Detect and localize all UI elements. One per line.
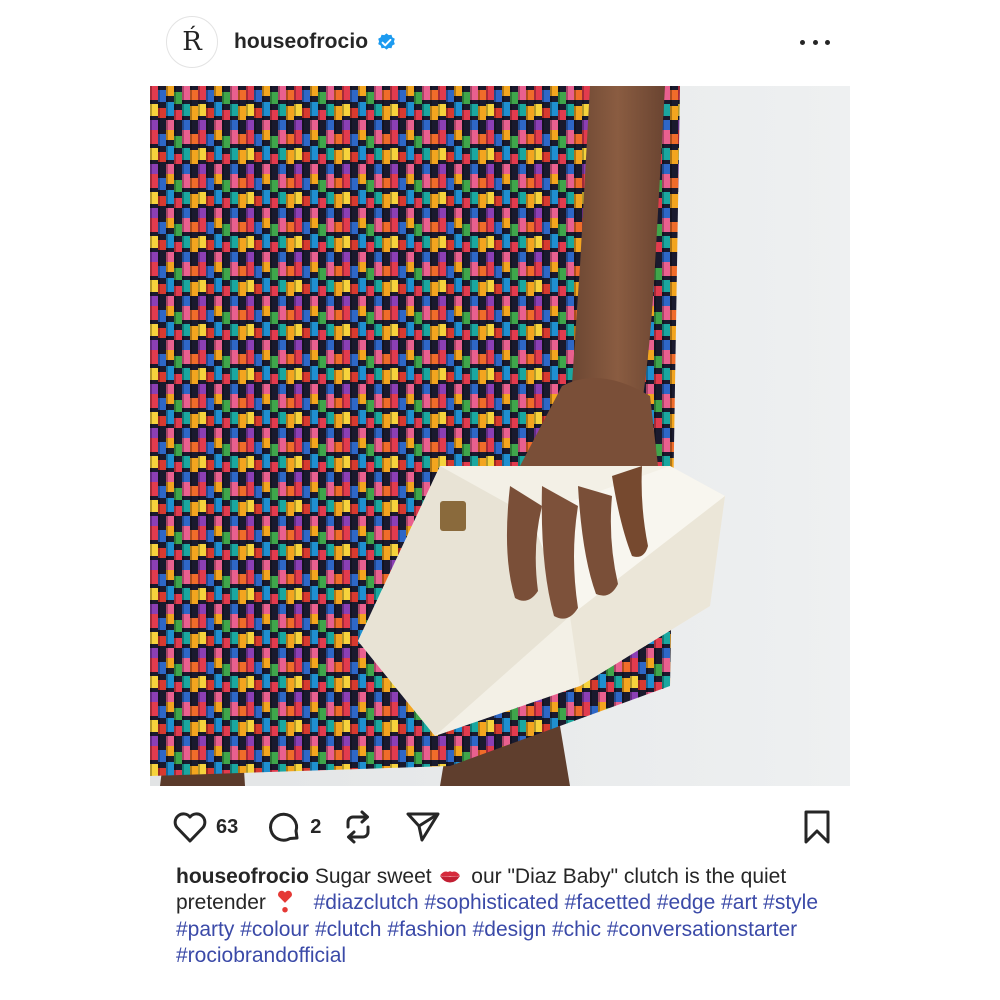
verified-badge-icon: [378, 32, 396, 50]
caption-username[interactable]: houseofrocio: [176, 865, 309, 888]
post-username[interactable]: houseofrocio: [234, 30, 368, 54]
hashtag[interactable]: #party: [176, 918, 234, 941]
hashtag[interactable]: #fashion: [387, 918, 466, 941]
bookmark-icon: [804, 810, 830, 844]
more-options-icon[interactable]: [800, 32, 830, 52]
comment-icon: [269, 812, 299, 842]
hashtag[interactable]: #chic: [552, 918, 601, 941]
caption-text-1: Sugar sweet: [314, 865, 432, 888]
hashtag[interactable]: #rociobrandofficial: [176, 944, 346, 967]
avatar[interactable]: Ŕ: [166, 16, 218, 68]
post-actions: 63 2: [172, 804, 832, 850]
hashtag[interactable]: #sophisticated: [425, 891, 559, 914]
avatar-letter: Ŕ: [182, 27, 202, 57]
save-button[interactable]: [802, 809, 832, 845]
post-photo-illustration: [150, 86, 850, 786]
hashtag[interactable]: #style: [763, 891, 818, 914]
hashtag[interactable]: #art: [721, 891, 757, 914]
post-caption: houseofrocio Sugar sweet our "Diaz Baby"…: [176, 864, 836, 969]
share-icon: [406, 812, 440, 842]
post-header: Ŕ houseofrocio: [150, 14, 850, 70]
share-button[interactable]: [405, 810, 441, 844]
comment-count: 2: [310, 815, 322, 838]
comment-button[interactable]: 2: [266, 809, 321, 845]
hashtag[interactable]: #facetted: [565, 891, 651, 914]
like-count: 63: [216, 815, 239, 838]
repost-icon: [346, 810, 370, 844]
post-image[interactable]: [150, 86, 850, 786]
hashtag[interactable]: #edge: [657, 891, 715, 914]
repost-button[interactable]: [341, 809, 375, 845]
hashtag[interactable]: #design: [473, 918, 547, 941]
hashtag[interactable]: #conversationstarter: [607, 918, 797, 941]
hashtag[interactable]: #diazclutch: [314, 891, 419, 914]
like-button[interactable]: 63: [172, 810, 238, 844]
kiss-lips-emoji-icon: [440, 871, 461, 883]
hashtag[interactable]: #colour: [240, 918, 309, 941]
heart-exclamation-emoji-icon: [277, 890, 292, 913]
hashtag[interactable]: #clutch: [315, 918, 382, 941]
heart-icon: [173, 812, 207, 843]
